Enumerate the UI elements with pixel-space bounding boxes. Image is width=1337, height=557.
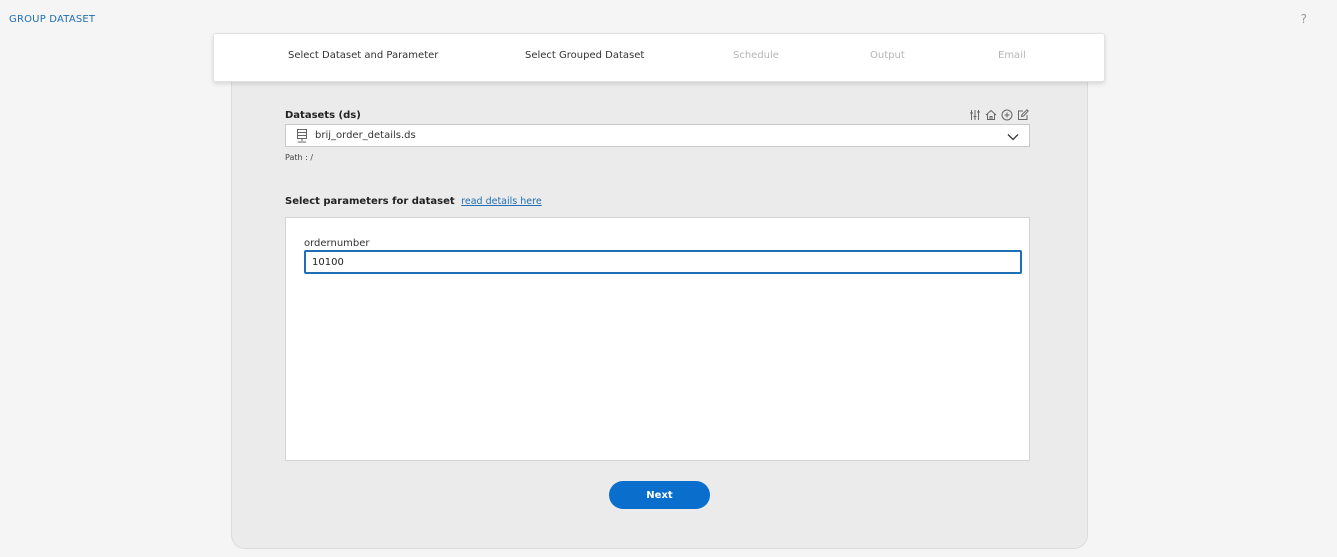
dataset-path: Path : / [285,153,314,162]
param-label-ordernumber: ordernumber [304,238,370,249]
filter-sliders-icon[interactable] [968,108,981,121]
parameters-heading-text: Select parameters for dataset [285,196,455,207]
step-schedule[interactable]: Schedule [733,50,779,61]
parameters-box: ordernumber [285,217,1030,461]
datasets-label: Datasets (ds) [285,110,361,121]
database-icon [296,128,308,143]
parameters-heading: Select parameters for dataset read detai… [285,196,542,207]
step-email[interactable]: Email [998,50,1026,61]
step-select-grouped-dataset[interactable]: Select Grouped Dataset [525,50,644,61]
dataset-select[interactable]: brij_order_details.ds [285,124,1030,147]
edit-icon[interactable] [1016,108,1029,121]
add-circle-icon[interactable] [1000,108,1013,121]
page-title: GROUP DATASET [9,14,96,25]
home-icon[interactable] [984,108,997,121]
dataset-toolbar [968,108,1029,121]
next-button[interactable]: Next [609,481,710,509]
help-icon[interactable]: ? [1301,12,1307,26]
stepper: Select Dataset and Parameter Select Grou… [213,33,1105,82]
dataset-value: brij_order_details.ds [315,130,416,141]
chevron-down-icon[interactable] [1006,129,1020,143]
param-input-ordernumber[interactable] [304,250,1022,274]
step-output[interactable]: Output [870,50,905,61]
step-select-dataset[interactable]: Select Dataset and Parameter [288,50,438,61]
read-details-link[interactable]: read details here [461,196,542,207]
